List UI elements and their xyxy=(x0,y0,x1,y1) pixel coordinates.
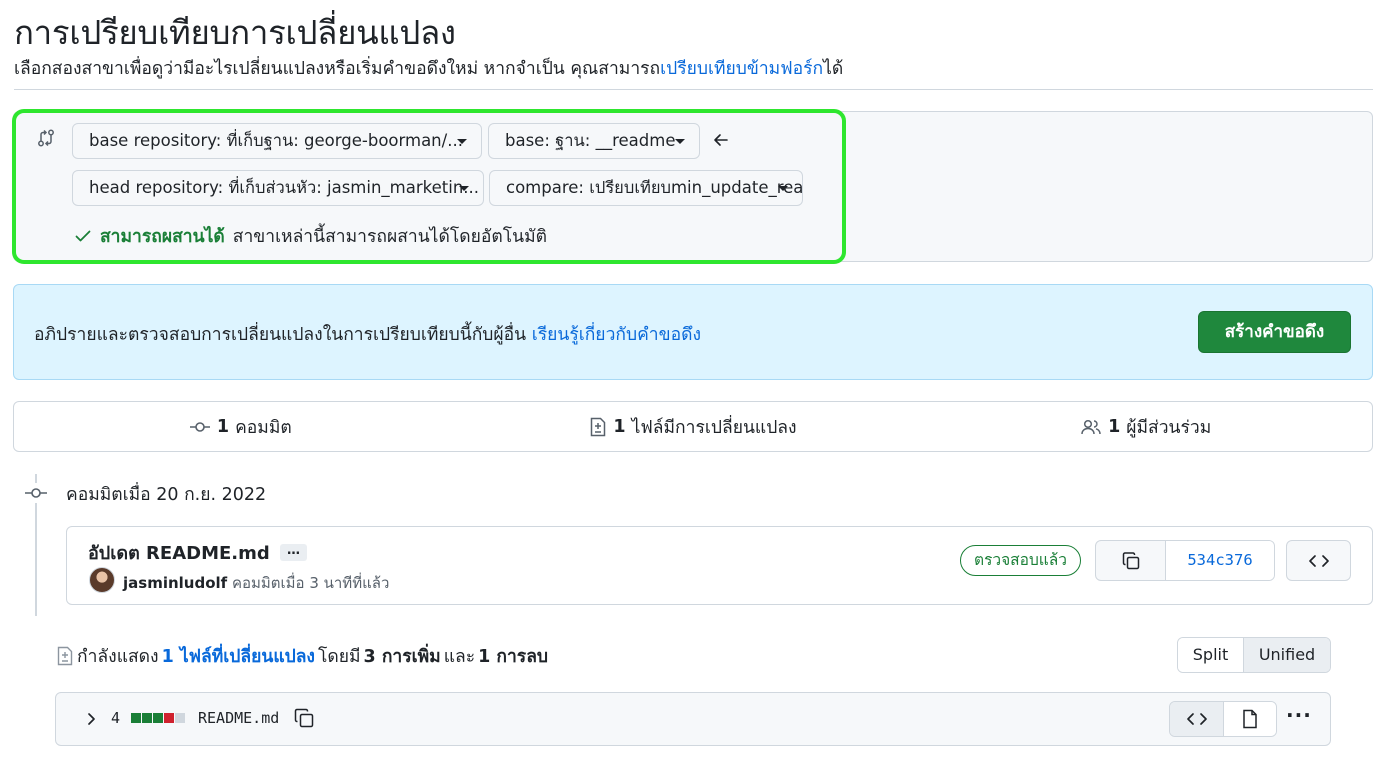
commit-author-link[interactable]: jasminludolf xyxy=(123,574,227,592)
diffstat-block xyxy=(142,713,152,723)
page-title: การเปรียบเทียบการเปลี่ยนแปลง xyxy=(14,13,456,52)
file-changes-count: 4 xyxy=(111,709,121,727)
copy-icon xyxy=(1122,551,1139,569)
view-source-button[interactable] xyxy=(1170,702,1224,736)
compare-stats: 1 คอมมิต 1 ไฟล์มีการเปลี่ยนแปลง 1 ผู้มีส… xyxy=(13,401,1373,452)
diff-summary-and: และ xyxy=(443,647,476,667)
file-view-toggle xyxy=(1169,701,1277,737)
caret-down-icon xyxy=(457,139,467,144)
base-branch-label: base: ฐาน: __readme xyxy=(505,131,676,150)
commits-label: คอมมิต xyxy=(235,417,292,438)
code-icon xyxy=(1308,554,1329,567)
contributors-count: 1 xyxy=(1108,416,1121,437)
file-diff-icon xyxy=(57,646,73,666)
additions-count: 3 การเพิ่ม xyxy=(363,647,441,667)
head-repository-select[interactable]: head repository: ที่เก็บส่วนหัว: jasmin_… xyxy=(72,170,484,206)
merge-message: สาขาเหล่านี้สามารถผสานได้โดยอัตโนมัติ xyxy=(232,227,548,247)
diff-view-toggle: Split Unified xyxy=(1177,637,1331,673)
commit-sha-group: 534c376 xyxy=(1095,540,1275,581)
commits-count: 1 xyxy=(216,416,230,437)
base-repository-label: base repository: ที่เก็บฐาน: george-boor… xyxy=(89,131,463,150)
commit-meta: jasminludolf คอมมิตเมื่อ 3 นาทีที่แล้ว xyxy=(123,571,389,595)
expand-commit-message-button[interactable]: … xyxy=(280,544,307,561)
changed-files-link[interactable]: 1 ไฟล์ที่เปลี่ยนแปลง xyxy=(162,642,315,670)
check-icon xyxy=(75,230,91,242)
copy-icon[interactable] xyxy=(293,707,315,729)
diffstat-block xyxy=(164,713,174,723)
caret-down-icon xyxy=(778,186,788,191)
browse-repository-button[interactable] xyxy=(1286,540,1351,581)
able-to-merge-label: สามารถผสานได้ xyxy=(100,227,225,247)
avatar[interactable] xyxy=(89,567,115,593)
view-rich-diff-button[interactable] xyxy=(1224,702,1276,736)
file-name-link[interactable]: README.md xyxy=(198,709,279,727)
git-compare-icon xyxy=(38,129,54,147)
unified-view-button[interactable]: Unified xyxy=(1244,638,1330,672)
base-branch-select[interactable]: base: ฐาน: __readme xyxy=(488,123,700,159)
commit-icon xyxy=(189,421,210,432)
compare-across-forks-link[interactable]: เปรียบเทียบข้ามฟอร์ก xyxy=(660,59,823,79)
compare-branch-select[interactable]: compare: เปรียบเทียบmin_update_readme xyxy=(489,170,803,206)
merge-status: สามารถผสานได้ สาขาเหล่านี้สามารถผสานได้โ… xyxy=(74,222,547,250)
compare-branch-label: compare: เปรียบเทียบmin_update_readme xyxy=(506,178,803,197)
files-label: ไฟล์มีการเปลี่ยนแปลง xyxy=(631,417,797,438)
create-pull-request-button[interactable]: สร้างคำขอดึง xyxy=(1198,311,1351,353)
learn-about-pull-requests-link[interactable]: เรียนรู้เกี่ยวกับคำขอดึง xyxy=(532,325,701,345)
base-repository-select[interactable]: base repository: ที่เก็บฐาน: george-boor… xyxy=(72,123,482,159)
header-divider xyxy=(14,89,1373,90)
commit-time: คอมมิตเมื่อ 3 นาทีที่แล้ว xyxy=(231,574,390,592)
split-view-button[interactable]: Split xyxy=(1178,638,1244,672)
flash-message: อภิปรายและตรวจสอบการเปลี่ยนแปลงในการเปรี… xyxy=(34,320,701,348)
code-icon xyxy=(1186,713,1207,725)
caret-down-icon xyxy=(459,186,469,191)
verified-badge[interactable]: ตรวจสอบแล้ว xyxy=(960,545,1081,576)
diffstat-block xyxy=(175,713,185,723)
kebab-horizontal-icon[interactable]: ··· xyxy=(1286,705,1311,729)
subtitle-suffix: ได้ xyxy=(823,59,844,79)
commit-icon xyxy=(24,483,48,503)
caret-down-icon xyxy=(675,139,685,144)
head-repository-label: head repository: ที่เก็บส่วนหัว: jasmin_… xyxy=(89,178,480,197)
arrow-left-icon xyxy=(714,134,728,146)
copy-sha-button[interactable] xyxy=(1096,541,1166,580)
diff-summary: กำลังแสดง 1 ไฟล์ที่เปลี่ยนแปลง โดยมี 3 ก… xyxy=(56,642,548,670)
files-count: 1 xyxy=(613,416,626,437)
flash-text: อภิปรายและตรวจสอบการเปลี่ยนแปลงในการเปรี… xyxy=(34,325,527,345)
file-diff-icon xyxy=(591,417,606,436)
page-subtitle: เลือกสองสาขาเพื่อดูว่ามีอะไรเปลี่ยนแปลงห… xyxy=(14,54,843,82)
diffstat-block xyxy=(131,713,141,723)
people-icon xyxy=(1081,419,1101,434)
diffstat-block xyxy=(153,713,163,723)
commits-tab[interactable]: 1 คอมมิต xyxy=(14,402,467,451)
chevron-right-icon[interactable] xyxy=(84,710,100,728)
subtitle-text: เลือกสองสาขาเพื่อดูว่ามีอะไรเปลี่ยนแปลงห… xyxy=(14,59,661,79)
commit-sha-link[interactable]: 534c376 xyxy=(1166,541,1274,580)
contributors-tab[interactable]: 1 ผู้มีส่วนร่วม xyxy=(919,402,1372,451)
commit-title-link[interactable]: อัปเดต README.md xyxy=(88,538,270,567)
file-icon xyxy=(1243,709,1257,729)
diffstat-bar xyxy=(131,713,185,723)
commit-group-date: คอมมิตเมื่อ 20 ก.ย. 2022 xyxy=(66,485,267,505)
diff-summary-middle: โดยมี xyxy=(317,647,361,667)
deletions-count: 1 การลบ xyxy=(478,647,549,667)
diff-summary-prefix: กำลังแสดง xyxy=(77,647,159,667)
contributors-label: ผู้มีส่วนร่วม xyxy=(1126,417,1212,438)
files-changed-tab[interactable]: 1 ไฟล์มีการเปลี่ยนแปลง xyxy=(467,402,920,451)
